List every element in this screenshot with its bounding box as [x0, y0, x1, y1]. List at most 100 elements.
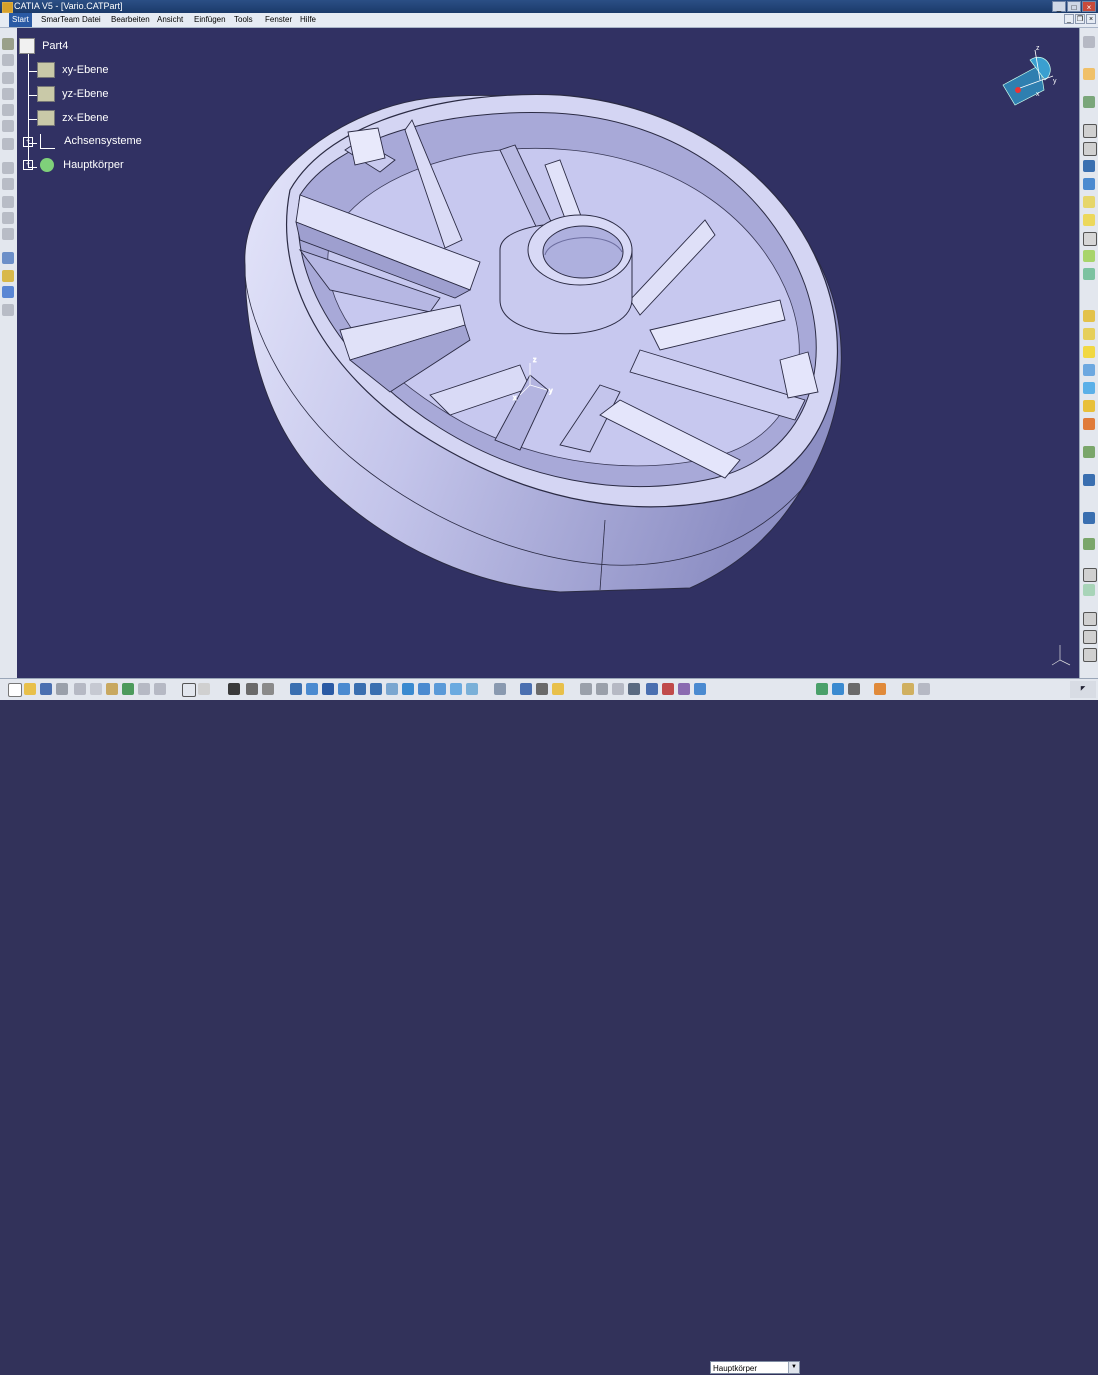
remove-face-icon[interactable]: [1083, 418, 1095, 430]
menu-bearbeiten[interactable]: Bearbeiten: [111, 13, 150, 27]
select-icon[interactable]: [1083, 68, 1095, 80]
slot-icon[interactable]: [2, 178, 14, 190]
open-file-icon[interactable]: [24, 683, 36, 695]
print-icon[interactable]: [56, 683, 68, 695]
inertia-icon[interactable]: [552, 683, 564, 695]
normal-view-icon[interactable]: [386, 683, 398, 695]
multi-view-icon[interactable]: [402, 683, 414, 695]
new-file-icon[interactable]: [8, 683, 22, 697]
catia-app-icon[interactable]: [2, 2, 13, 13]
pan-icon[interactable]: [322, 683, 334, 695]
shaft-icon[interactable]: [2, 104, 14, 116]
rotate-icon[interactable]: [338, 683, 350, 695]
pocket-tool-icon[interactable]: [1083, 142, 1097, 156]
iso-view-icon[interactable]: [418, 683, 430, 695]
tree-node-hauptkoerper[interactable]: + Hauptkörper: [23, 158, 124, 172]
dimension-icon[interactable]: [628, 683, 640, 695]
menu-tools[interactable]: Tools: [234, 13, 253, 27]
maximize-button[interactable]: □: [1067, 1, 1081, 12]
line-icon[interactable]: [646, 683, 658, 695]
rib-tool-icon[interactable]: [1083, 214, 1095, 226]
hole-icon[interactable]: [2, 138, 14, 150]
shaft-tool-icon[interactable]: [1083, 160, 1095, 172]
stiffener-icon[interactable]: [2, 196, 14, 208]
pad-icon[interactable]: [2, 72, 14, 84]
loft-icon[interactable]: [2, 212, 14, 224]
close-button[interactable]: ×: [1082, 1, 1096, 12]
constraint-icon[interactable]: [2, 54, 14, 66]
scene-icon[interactable]: [848, 683, 860, 695]
measure-icon[interactable]: [520, 683, 532, 695]
library-icon[interactable]: [246, 683, 258, 695]
remove-loft-icon[interactable]: [2, 228, 14, 240]
copy-icon[interactable]: [90, 683, 102, 695]
boolean-icon[interactable]: [1083, 568, 1097, 582]
tree-node-zx-ebene[interactable]: zx-Ebene: [37, 110, 109, 126]
rib-icon[interactable]: [2, 162, 14, 174]
insert-body-icon[interactable]: [694, 683, 706, 695]
split-icon[interactable]: [1083, 446, 1095, 458]
redo-icon[interactable]: [138, 683, 150, 695]
hide-show-icon[interactable]: [450, 683, 462, 695]
chevron-down-icon[interactable]: ▼: [788, 1362, 799, 1373]
compass-icon[interactable]: z y x: [1002, 45, 1057, 106]
material-icon[interactable]: [816, 683, 828, 695]
menu-start[interactable]: Start: [9, 13, 32, 27]
current-body-select[interactable]: Hauptkörper ▼: [710, 1361, 800, 1374]
update-icon[interactable]: [494, 683, 506, 695]
slot-tool-icon[interactable]: [1083, 232, 1097, 246]
minimize-button[interactable]: _: [1052, 1, 1066, 12]
measure-item-icon[interactable]: [536, 683, 548, 695]
paste-icon[interactable]: [106, 683, 118, 695]
menu-hilfe[interactable]: Hilfe: [300, 13, 316, 27]
expand-icon[interactable]: +: [23, 136, 33, 147]
formula-icon[interactable]: [182, 683, 196, 697]
fillet-icon[interactable]: [1083, 310, 1095, 322]
scaling-icon[interactable]: [2, 286, 14, 298]
save-icon[interactable]: [40, 683, 52, 695]
hole-tool-icon[interactable]: [1083, 196, 1095, 208]
zoom-in-icon[interactable]: [354, 683, 366, 695]
comment-icon[interactable]: [198, 683, 210, 695]
help-icon[interactable]: [154, 683, 166, 695]
parameter-icon[interactable]: [262, 683, 274, 695]
catalog-icon[interactable]: [228, 683, 240, 695]
axis-icon[interactable]: [596, 683, 608, 695]
constraint-tool-icon[interactable]: [1083, 612, 1097, 626]
rect-pattern-icon[interactable]: [1083, 512, 1095, 524]
sketcher-icon[interactable]: [1083, 96, 1095, 108]
tree-node-xy-ebene[interactable]: xy-Ebene: [37, 62, 109, 78]
stiffener-tool-icon[interactable]: [1083, 250, 1095, 262]
tree-node-achsensysteme[interactable]: + Achsensysteme: [23, 134, 142, 149]
shell-icon[interactable]: [1083, 364, 1095, 376]
doc-minimize-button[interactable]: _: [1064, 14, 1074, 24]
draft-icon[interactable]: [1083, 346, 1095, 358]
tree-node-part4[interactable]: Part4: [19, 38, 68, 54]
point-icon[interactable]: [612, 683, 624, 695]
shading-icon[interactable]: [434, 683, 446, 695]
annotation-icon[interactable]: [2, 304, 14, 316]
apply-material-icon[interactable]: [832, 683, 844, 695]
translate-icon[interactable]: [1083, 474, 1095, 486]
pad-tool-icon[interactable]: [1083, 124, 1097, 138]
doc-close-button[interactable]: ×: [1086, 14, 1096, 24]
menu-einfuegen[interactable]: Einfügen: [194, 13, 226, 27]
mirror-icon[interactable]: [2, 252, 14, 264]
flag-note-icon[interactable]: [1083, 648, 1097, 662]
settings-icon[interactable]: [1083, 36, 1095, 48]
render-icon[interactable]: [874, 683, 886, 695]
thread-icon[interactable]: [1083, 400, 1095, 412]
analysis-icon[interactable]: [918, 683, 930, 695]
fly-icon[interactable]: [290, 683, 302, 695]
multi-section-icon[interactable]: [1083, 268, 1095, 280]
groove-tool-icon[interactable]: [1083, 178, 1095, 190]
pattern-icon[interactable]: [2, 270, 14, 282]
reference-icon[interactable]: [580, 683, 592, 695]
tree-node-yz-ebene[interactable]: yz-Ebene: [37, 86, 109, 102]
body-tool-icon[interactable]: [678, 683, 690, 695]
sketch-icon[interactable]: [2, 38, 14, 50]
menu-datei[interactable]: Datei: [82, 13, 101, 27]
menu-fenster[interactable]: Fenster: [265, 13, 292, 27]
swap-icon[interactable]: [466, 683, 478, 695]
chamfer-icon[interactable]: [1083, 328, 1095, 340]
